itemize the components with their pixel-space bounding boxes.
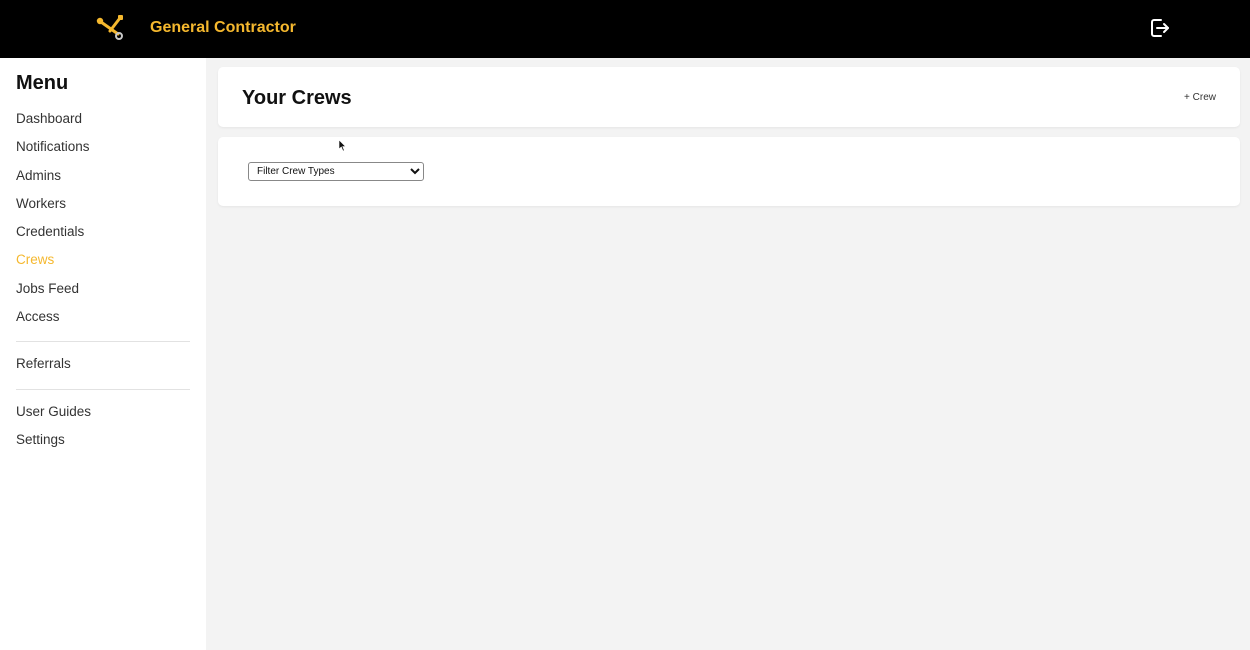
sidebar-item-admins[interactable]: Admins — [16, 167, 190, 195]
sidebar-item-referrals[interactable]: Referrals — [16, 355, 190, 383]
crew-type-filter-select[interactable]: Filter Crew Types — [248, 162, 424, 181]
app-title: General Contractor — [150, 19, 296, 36]
menu-divider — [16, 388, 190, 390]
add-crew-button[interactable]: + Crew — [1184, 92, 1216, 103]
sidebar-item-notifications[interactable]: Notifications — [16, 138, 190, 166]
sidebar-item-user-guides[interactable]: User Guides — [16, 403, 190, 431]
top-bar: General Contractor — [0, 0, 1250, 58]
sidebar-item-crews[interactable]: Crews — [16, 251, 190, 279]
logout-icon[interactable] — [1148, 16, 1172, 40]
mouse-cursor-icon — [339, 140, 347, 152]
sidebar: Menu Dashboard Notifications Admins Workers… — [0, 58, 206, 650]
sidebar-item-workers[interactable]: Workers — [16, 195, 190, 223]
sidebar-item-access[interactable]: Access — [16, 308, 190, 336]
filter-card: Filter Crew Types — [218, 137, 1240, 206]
page-header-card: Your Crews + Crew — [218, 67, 1240, 127]
menu-list: Dashboard Notifications Admins Workers Crede… — [16, 110, 190, 459]
page-title: Your Crews — [242, 87, 352, 109]
sidebar-item-dashboard[interactable]: Dashboard — [16, 110, 190, 138]
crossed-tools-icon — [96, 15, 123, 40]
menu-title: Menu — [16, 72, 69, 94]
sidebar-item-settings[interactable]: Settings — [16, 431, 190, 459]
menu-divider — [16, 341, 190, 343]
main-content: Your Crews + Crew Filter Crew Types — [206, 58, 1250, 650]
sidebar-item-credentials[interactable]: Credentials — [16, 223, 190, 251]
sidebar-item-jobs-feed[interactable]: Jobs Feed — [16, 280, 190, 308]
